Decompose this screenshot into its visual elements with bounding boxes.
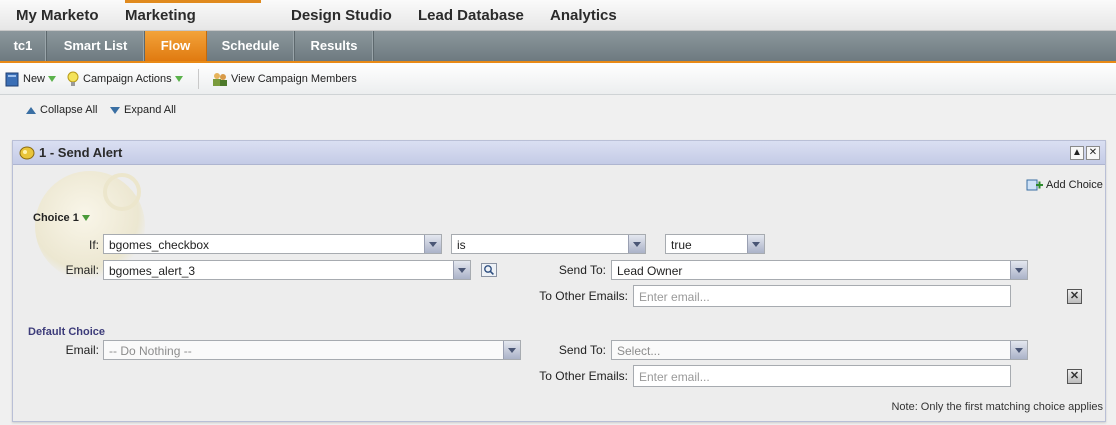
toolbar-separator xyxy=(198,69,199,89)
alert-bell-icon xyxy=(19,146,35,160)
send-to-select[interactable]: Lead Owner xyxy=(611,260,1028,280)
campaign-actions-label: Campaign Actions xyxy=(83,73,172,85)
default-email-label: Email: xyxy=(65,343,99,357)
email-value: bgomes_alert_3 xyxy=(109,264,196,278)
nav-analytics[interactable]: Analytics xyxy=(550,0,617,30)
choice-1-label: Choice 1 xyxy=(33,212,79,224)
collapse-triangle-icon xyxy=(26,106,36,114)
nav-design-studio[interactable]: Design Studio xyxy=(291,0,392,30)
default-email-select[interactable]: -- Do Nothing -- xyxy=(103,340,521,360)
add-choice-label: Add Choice xyxy=(1046,179,1103,191)
dropdown-arrow-icon xyxy=(81,215,90,221)
move-up-button[interactable]: ▲ xyxy=(1070,146,1084,160)
tab-schedule[interactable]: Schedule xyxy=(207,31,295,61)
watermark-ring xyxy=(103,173,141,211)
campaign-actions-button[interactable]: Campaign Actions xyxy=(66,71,183,87)
expand-all-label: Expand All xyxy=(124,104,176,116)
dropdown-arrow-icon xyxy=(503,341,520,359)
flow-step-panel: 1 - Send Alert ▲ ✕ Add Choice Choice 1 I… xyxy=(12,140,1106,422)
people-icon xyxy=(213,73,227,86)
expand-triangle-icon xyxy=(110,106,120,114)
new-book-icon xyxy=(5,72,19,86)
value-value: true xyxy=(671,238,692,252)
first-match-note: Note: Only the first matching choice app… xyxy=(891,401,1103,413)
collapse-all-label: Collapse All xyxy=(40,104,98,116)
operator-select[interactable]: is xyxy=(451,234,646,254)
nav-lead-database[interactable]: Lead Database xyxy=(418,0,524,30)
close-icon: ✕ xyxy=(1088,147,1098,158)
send-to-value: Lead Owner xyxy=(617,264,683,278)
add-choice-icon xyxy=(1026,179,1043,191)
tab-tc1[interactable]: tc1 xyxy=(0,31,47,61)
lightbulb-icon xyxy=(67,71,79,86)
nav-marketing-activities[interactable]: Marketing Activities xyxy=(125,0,261,49)
default-other-emails-input[interactable]: Enter email... xyxy=(633,365,1011,387)
email-select[interactable]: bgomes_alert_3 xyxy=(103,260,471,280)
operator-value: is xyxy=(457,238,466,252)
default-choice-label: Default Choice xyxy=(28,326,106,338)
flow-step-header[interactable]: 1 - Send Alert ▲ ✕ xyxy=(13,141,1105,165)
preview-magnifier-icon[interactable] xyxy=(481,263,497,277)
default-other-emails-label: To Other Emails: xyxy=(539,369,628,383)
up-arrow-icon: ▲ xyxy=(1072,147,1082,158)
other-emails-input[interactable]: Enter email... xyxy=(633,285,1011,307)
toolbar: New Campaign Actions View Campaign Membe… xyxy=(0,63,1116,95)
send-to-label: Send To: xyxy=(558,263,606,277)
if-field-value: bgomes_checkbox xyxy=(109,238,210,252)
email-label: Email: xyxy=(65,263,99,277)
nav-my-marketo[interactable]: My Marketo xyxy=(16,0,99,30)
expand-all-button[interactable]: Expand All xyxy=(110,104,176,116)
dropdown-arrow-icon xyxy=(453,261,470,279)
dropdown-arrow-icon xyxy=(1010,341,1027,359)
if-label: If: xyxy=(88,238,99,252)
choice-1-menu[interactable]: Choice 1 xyxy=(33,212,90,224)
dropdown-arrow-icon xyxy=(1010,261,1027,279)
tab-smart-list[interactable]: Smart List xyxy=(47,31,145,61)
remove-choice-1-button[interactable]: ✕ xyxy=(1067,289,1082,304)
dropdown-arrow-icon xyxy=(628,235,645,253)
campaign-tab-bar: tc1 Smart List Flow Schedule Results xyxy=(0,31,1116,63)
tab-flow[interactable]: Flow xyxy=(145,31,207,61)
other-emails-label: To Other Emails: xyxy=(539,289,628,303)
delete-step-button[interactable]: ✕ xyxy=(1086,146,1100,160)
new-button[interactable]: New xyxy=(5,71,57,87)
collapse-all-button[interactable]: Collapse All xyxy=(26,104,97,116)
value-select[interactable]: true xyxy=(665,234,765,254)
new-label: New xyxy=(23,73,46,85)
tab-results[interactable]: Results xyxy=(295,31,374,61)
close-icon: ✕ xyxy=(1069,290,1080,302)
default-send-to-select[interactable]: Select... xyxy=(611,340,1028,360)
dropdown-arrow-icon xyxy=(174,76,183,82)
default-send-to-label: Send To: xyxy=(558,343,606,357)
flow-step-title: 1 - Send Alert xyxy=(39,145,123,160)
dropdown-arrow-icon xyxy=(747,235,764,253)
remove-default-choice-button[interactable]: ✕ xyxy=(1067,369,1082,384)
default-send-to-value: Select... xyxy=(617,344,661,358)
add-choice-button[interactable]: Add Choice xyxy=(1026,178,1103,192)
dropdown-arrow-icon xyxy=(424,235,441,253)
collapse-expand-row: Collapse All Expand All xyxy=(0,95,1116,125)
dropdown-arrow-icon xyxy=(48,76,57,82)
view-campaign-members-button[interactable]: View Campaign Members xyxy=(211,71,357,87)
close-icon: ✕ xyxy=(1069,370,1080,382)
top-nav: My Marketo Marketing Activities Design S… xyxy=(0,0,1116,49)
view-members-label: View Campaign Members xyxy=(231,73,357,85)
if-field-select[interactable]: bgomes_checkbox xyxy=(103,234,442,254)
default-email-value: -- Do Nothing -- xyxy=(109,344,192,358)
